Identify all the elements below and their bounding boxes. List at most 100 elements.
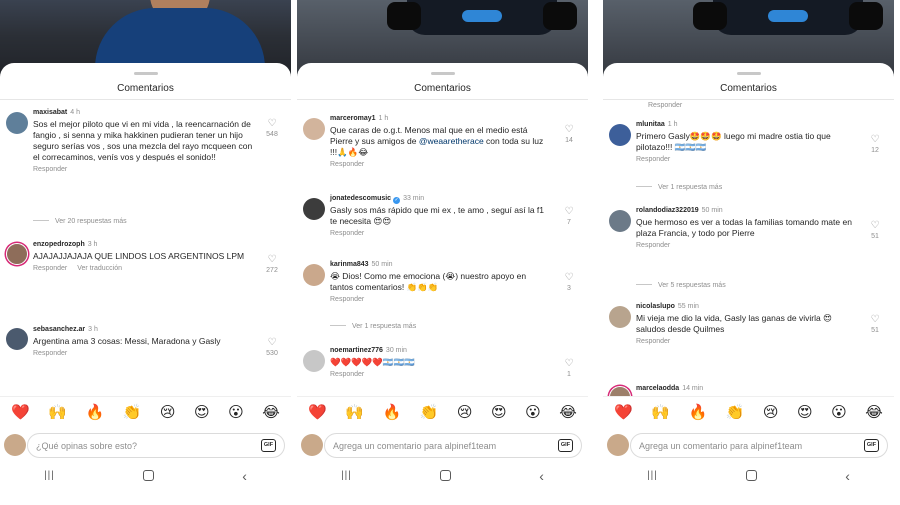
emoji-laughing[interactable]: 😂 <box>559 404 577 422</box>
emoji-crying[interactable]: 😢 <box>160 404 176 422</box>
gif-button[interactable]: GIF <box>558 439 573 452</box>
reply-button[interactable]: Responder <box>636 156 670 163</box>
like-button[interactable]: ♡ 272 <box>263 254 281 274</box>
back-icon[interactable]: ‹ <box>242 469 247 483</box>
avatar[interactable] <box>609 306 631 328</box>
reply-button[interactable]: Responder <box>33 166 67 173</box>
comment-list[interactable]: maxisabat 4 h Sos el mejor piloto que vi … <box>0 100 291 396</box>
avatar[interactable] <box>303 264 325 286</box>
emoji-heart-eyes[interactable]: 😍 <box>194 404 210 422</box>
emoji-heart-eyes[interactable]: 😍 <box>797 404 813 422</box>
mention-link[interactable]: @weaaretherace <box>419 136 484 146</box>
emoji-heart[interactable]: ❤️ <box>11 404 30 422</box>
like-count: 1 <box>567 371 571 378</box>
emoji-surprised[interactable]: 😮 <box>525 404 541 422</box>
comment-input[interactable] <box>639 439 839 453</box>
avatar[interactable] <box>303 350 325 372</box>
reply-button[interactable]: Responder <box>636 338 670 345</box>
home-icon[interactable] <box>143 470 155 481</box>
reply-button[interactable]: Responder <box>330 296 364 303</box>
reply-button[interactable]: Responder <box>33 350 67 357</box>
username[interactable]: karinma843 <box>330 261 369 268</box>
comment-input-box[interactable]: GIF <box>630 433 888 458</box>
emoji-fire[interactable]: 🔥 <box>383 404 402 422</box>
username[interactable]: marcelaodda <box>636 385 679 392</box>
reply-button[interactable]: Responder <box>636 242 670 249</box>
emoji-fire[interactable]: 🔥 <box>86 404 105 422</box>
avatar[interactable] <box>6 243 28 265</box>
translate-link[interactable]: Ver traducción <box>77 265 122 272</box>
avatar[interactable] <box>303 118 325 140</box>
reply-button[interactable]: Responder <box>330 371 364 378</box>
drag-handle[interactable] <box>430 72 455 75</box>
gif-button[interactable]: GIF <box>864 439 879 452</box>
emoji-surprised[interactable]: 😮 <box>228 404 244 422</box>
emoji-raised-hands[interactable]: 🙌 <box>651 404 670 422</box>
reply-button[interactable]: Responder <box>330 161 364 168</box>
like-button[interactable]: ♡ 530 <box>263 337 281 357</box>
recent-apps-icon[interactable]: ||| <box>647 470 658 481</box>
reply-button[interactable]: Responder <box>33 265 67 272</box>
like-button[interactable]: ♡ 12 <box>866 134 884 154</box>
view-replies-link[interactable]: Ver 1 respuesta más <box>636 184 722 191</box>
username[interactable]: enzopedrozoph <box>33 241 85 248</box>
comment-list[interactable]: Responder mlunitaa 1 h Primero Gasly🤩🤩🤩 l… <box>603 100 894 396</box>
username[interactable]: maxisabat <box>33 109 67 116</box>
avatar[interactable] <box>303 198 325 220</box>
emoji-crying[interactable]: 😢 <box>763 404 779 422</box>
avatar[interactable] <box>6 328 28 350</box>
emoji-fire[interactable]: 🔥 <box>689 404 708 422</box>
like-button[interactable]: ♡ 51 <box>866 314 884 334</box>
avatar[interactable] <box>609 210 631 232</box>
heart-icon: ♡ <box>564 272 574 283</box>
gif-button[interactable]: GIF <box>261 439 276 452</box>
back-icon[interactable]: ‹ <box>845 469 850 483</box>
username[interactable]: noemartinez776 <box>330 347 383 354</box>
emoji-heart[interactable]: ❤️ <box>308 404 327 422</box>
emoji-clap[interactable]: 👏 <box>726 404 745 422</box>
like-button[interactable]: ♡ 3 <box>560 272 578 292</box>
avatar[interactable] <box>609 386 631 396</box>
username[interactable]: marceromay1 <box>330 115 376 122</box>
like-button[interactable]: ♡ 14 <box>560 124 578 144</box>
view-replies-link[interactable]: Ver 1 respuesta más <box>330 323 416 330</box>
recent-apps-icon[interactable]: ||| <box>341 470 352 481</box>
like-button[interactable]: ♡ 1 <box>560 358 578 378</box>
like-button[interactable]: ♡ 548 <box>263 118 281 138</box>
emoji-laughing[interactable]: 😂 <box>262 404 280 422</box>
reply-button[interactable]: Responder <box>648 102 682 109</box>
home-icon[interactable] <box>746 470 758 481</box>
comment-list[interactable]: marceromay1 1 h Que caras de o.g.t. Menos… <box>297 100 588 396</box>
avatar[interactable] <box>6 112 28 134</box>
comment-input-box[interactable]: GIF <box>324 433 582 458</box>
like-button[interactable]: ♡ 51 <box>866 220 884 240</box>
home-icon[interactable] <box>440 470 452 481</box>
username[interactable]: nicolaslupo <box>636 303 675 310</box>
recent-apps-icon[interactable]: ||| <box>44 470 55 481</box>
reply-button[interactable]: Responder <box>330 230 364 237</box>
comment-input[interactable] <box>333 439 533 453</box>
comment-input-box[interactable]: GIF <box>27 433 285 458</box>
emoji-heart-eyes[interactable]: 😍 <box>491 404 507 422</box>
emoji-crying[interactable]: 😢 <box>457 404 473 422</box>
emoji-clap[interactable]: 👏 <box>420 404 439 422</box>
username[interactable]: sebasanchez.ar <box>33 326 85 333</box>
verified-badge-icon: ✓ <box>393 197 401 204</box>
username[interactable]: mlunitaa <box>636 121 665 128</box>
emoji-clap[interactable]: 👏 <box>123 404 142 422</box>
avatar[interactable] <box>609 124 631 146</box>
drag-handle[interactable] <box>133 72 158 75</box>
emoji-raised-hands[interactable]: 🙌 <box>48 404 67 422</box>
view-replies-link[interactable]: Ver 5 respuestas más <box>636 282 726 289</box>
drag-handle[interactable] <box>736 72 761 75</box>
emoji-laughing[interactable]: 😂 <box>865 404 883 422</box>
back-icon[interactable]: ‹ <box>539 469 544 483</box>
emoji-raised-hands[interactable]: 🙌 <box>345 404 364 422</box>
like-button[interactable]: ♡ 7 <box>560 206 578 226</box>
view-replies-link[interactable]: Ver 20 respuestas más <box>33 218 127 225</box>
username[interactable]: jonatedescomusic <box>330 195 391 202</box>
username[interactable]: rolandodiaz322019 <box>636 207 699 214</box>
emoji-heart[interactable]: ❤️ <box>614 404 633 422</box>
comment-input[interactable] <box>36 439 236 453</box>
emoji-surprised[interactable]: 😮 <box>831 404 847 422</box>
